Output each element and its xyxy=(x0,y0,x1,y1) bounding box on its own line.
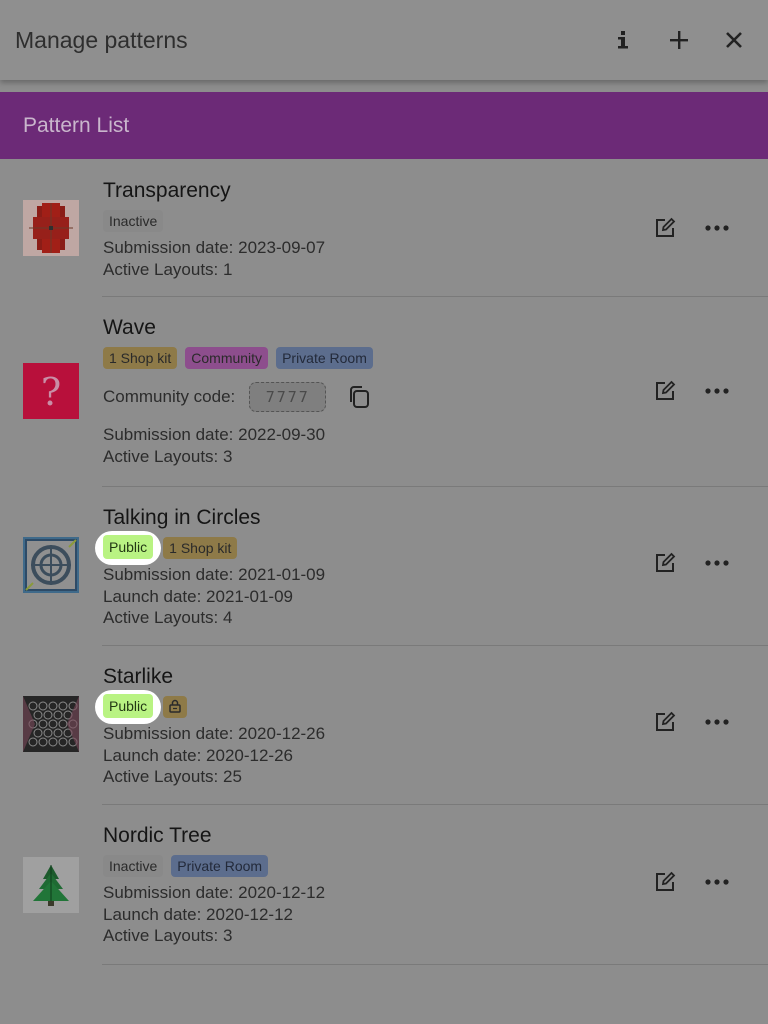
edit-icon[interactable] xyxy=(651,868,679,896)
status-badge: Inactive xyxy=(103,855,164,877)
tag-list: Public 1 Shop kit xyxy=(95,531,325,565)
active-layouts: Active Layouts: 3 xyxy=(103,926,233,945)
pattern-info: Nordic Tree Inactive Private Room Submis… xyxy=(103,824,325,947)
section-title: Pattern List xyxy=(23,114,130,137)
top-app-bar: Manage patterns xyxy=(0,0,768,80)
pattern-thumbnail xyxy=(23,537,79,593)
pattern-name: Nordic Tree xyxy=(103,824,212,847)
tag-list: Inactive Private Room xyxy=(103,854,325,878)
list-item[interactable]: Talking in Circles Public 1 Shop kit Sub… xyxy=(0,487,768,646)
shop-kit-badge: 1 Shop kit xyxy=(163,537,238,559)
public-badge-highlight: Public xyxy=(95,531,162,565)
tag-list: 1 Shop kit Community Private Room xyxy=(103,346,373,370)
public-badge: Public xyxy=(103,535,154,559)
community-badge: Community xyxy=(185,347,269,369)
pattern-name: Transparency xyxy=(103,179,231,202)
submission-date: Submission date: 2023-09-07 xyxy=(103,238,326,257)
copy-icon[interactable] xyxy=(346,384,372,410)
tag-list: Inactive xyxy=(103,209,325,233)
launch-date: Launch date: 2020-12-12 xyxy=(103,904,293,924)
divider xyxy=(102,964,768,965)
more-icon[interactable] xyxy=(703,377,731,405)
more-icon[interactable] xyxy=(703,868,731,896)
submission-date: Submission date: 2020-12-26 xyxy=(103,724,326,743)
app-title: Manage patterns xyxy=(15,27,188,53)
shop-kit-badge: 1 Shop kit xyxy=(103,347,178,369)
pattern-info: Transparency Inactive Submission date: 2… xyxy=(103,179,325,280)
edit-icon[interactable] xyxy=(651,708,679,736)
community-code-label: Community code: xyxy=(103,387,236,407)
pattern-info: Starlike Public Submission date: 2020-12… xyxy=(95,665,326,788)
community-code-value[interactable]: 7777 xyxy=(249,382,327,412)
list-item[interactable]: Transparency Inactive Submission date: 2… xyxy=(0,160,768,297)
more-icon[interactable] xyxy=(703,214,731,242)
submission-date: Submission date: 2022-09-30 xyxy=(103,425,326,444)
pattern-thumbnail: ? xyxy=(23,363,79,419)
active-layouts: Active Layouts: 3 xyxy=(103,446,233,466)
more-icon[interactable] xyxy=(703,708,731,736)
public-badge-highlight: Public xyxy=(95,690,162,724)
active-layouts: Active Layouts: 25 xyxy=(103,767,242,786)
launch-date: Launch date: 2021-01-09 xyxy=(103,586,293,606)
launch-date: Launch date: 2020-12-26 xyxy=(103,745,293,765)
pattern-name: Wave xyxy=(103,316,156,339)
pattern-list: Transparency Inactive Submission date: 2… xyxy=(0,160,768,965)
pattern-thumbnail xyxy=(23,857,79,913)
info-icon[interactable] xyxy=(608,25,638,55)
pattern-name: Talking in Circles xyxy=(103,506,261,529)
lock-icon xyxy=(168,699,182,715)
edit-icon[interactable] xyxy=(651,549,679,577)
pattern-thumbnail xyxy=(23,200,79,256)
active-layouts: Active Layouts: 1 xyxy=(103,259,233,279)
pattern-list-header: Pattern List xyxy=(0,92,768,159)
list-item[interactable]: Nordic Tree Inactive Private Room Submis… xyxy=(0,805,768,965)
pattern-info: Wave 1 Shop kit Community Private Room C… xyxy=(103,316,373,467)
status-badge: Inactive xyxy=(103,210,164,232)
pattern-thumbnail xyxy=(23,696,79,752)
edit-icon[interactable] xyxy=(651,377,679,405)
submission-date: Submission date: 2021-01-09 xyxy=(103,565,326,584)
lock-badge xyxy=(163,696,188,718)
pattern-name: Starlike xyxy=(103,665,174,688)
plus-icon[interactable] xyxy=(664,25,694,55)
community-code-row: Community code: 7777 xyxy=(103,382,373,412)
public-badge: Public xyxy=(103,694,154,718)
tag-list: Public xyxy=(95,690,325,724)
active-layouts: Active Layouts: 4 xyxy=(103,608,233,627)
more-icon[interactable] xyxy=(703,549,731,577)
private-room-badge: Private Room xyxy=(171,855,269,877)
list-item[interactable]: Starlike Public Submission date: 2020-12… xyxy=(0,646,768,805)
edit-icon[interactable] xyxy=(651,214,679,242)
close-icon[interactable] xyxy=(719,25,749,55)
svg-text:?: ? xyxy=(41,370,61,414)
private-room-badge: Private Room xyxy=(276,347,373,369)
submission-date: Submission date: 2020-12-12 xyxy=(103,883,326,902)
pattern-info: Talking in Circles Public 1 Shop kit Sub… xyxy=(95,506,326,629)
